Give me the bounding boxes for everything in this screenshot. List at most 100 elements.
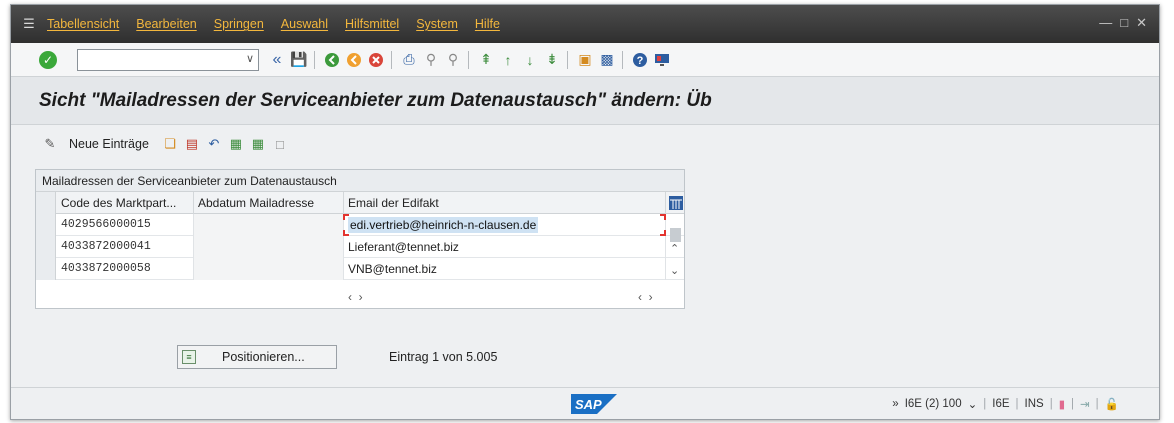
new-entries-icon[interactable]: ✎ [41, 135, 59, 153]
enter-icon[interactable]: ✓ [39, 50, 57, 69]
menu-hilfsmittel[interactable]: Hilfsmittel [345, 17, 399, 31]
new-entries-button[interactable]: Neue Einträge [69, 137, 149, 151]
application-toolbar: ✎ Neue Einträge ❏ ▤ ↶ ▦ ▦ □ [11, 126, 1159, 162]
status-separator: | [1015, 398, 1019, 410]
horizontal-scroll-right-column[interactable]: ‹ › [638, 290, 653, 308]
scroll-thumb[interactable] [670, 228, 681, 242]
status-separator: | [1095, 398, 1099, 410]
minimize-icon[interactable]: — [1099, 15, 1112, 31]
toolbar-separator [314, 50, 315, 69]
system-info: » I6E (2) 100 ⌄ | I6E | INS | ▮ | ⇥ | 🔓 [892, 397, 1119, 411]
page-title: Sicht "Mailadressen der Serviceanbieter … [39, 90, 712, 111]
sap-logo: SAP [571, 394, 617, 414]
table-header: Code des Marktpart... Abdatum Mailadress… [36, 192, 684, 214]
positionieren-label: Positionieren... [222, 350, 305, 364]
back-icon[interactable] [322, 50, 342, 70]
back-double-icon[interactable]: « [267, 50, 287, 70]
next-page-icon[interactable]: ↓ [520, 50, 540, 70]
menu-tabellensicht[interactable]: Tabellensicht [47, 17, 119, 31]
entry-counter: Eintrag 1 von 5.005 [389, 350, 498, 364]
exit-circle [347, 52, 361, 67]
status-expand-icon[interactable]: » [892, 398, 898, 410]
standard-toolbar: ✓ ∨ « 💾 ⎙ ⚲ ⚲ ⇞ ↑ ↓ ⇟ ▣ ▩ ? [11, 43, 1159, 77]
positionieren-button[interactable]: ≡ Positionieren... [177, 345, 337, 369]
cancel-icon[interactable] [366, 50, 386, 70]
toolbar-separator [622, 50, 623, 69]
menu-bar: ☰ Tabellensicht Bearbeiten Springen Ausw… [11, 5, 1159, 43]
delete-icon[interactable]: ▤ [183, 135, 201, 153]
row-selector[interactable] [36, 236, 56, 258]
column-header-code[interactable]: Code des Marktpart... [57, 192, 194, 214]
menu-springen[interactable]: Springen [214, 17, 264, 31]
menu-system[interactable]: System [416, 17, 458, 31]
print-icon[interactable]: ⎙ [399, 50, 419, 70]
exit-icon[interactable] [344, 50, 364, 70]
table-row: 4033872000058 VNB@tennet.biz [36, 258, 684, 280]
cell-code: 4029566000015 [57, 214, 194, 236]
new-session-icon[interactable]: ▣ [575, 50, 595, 70]
menu-toggle-icon[interactable]: ☰ [11, 16, 47, 32]
toolbar-separator [468, 50, 469, 69]
help-icon[interactable]: ? [630, 50, 650, 70]
scroll-up-icon[interactable]: ⌃ [670, 242, 679, 255]
column-header-email[interactable]: Email der Edifakt [344, 192, 666, 214]
select-all-cell[interactable] [36, 192, 56, 214]
cancel-circle [369, 52, 383, 67]
toolbar-separator [567, 50, 568, 69]
first-page-icon[interactable]: ⇞ [476, 50, 496, 70]
svg-text:?: ? [637, 55, 644, 67]
maximize-icon[interactable]: □ [1120, 15, 1128, 31]
deselect-all-icon[interactable]: □ [271, 135, 289, 153]
scroll-down-icon[interactable]: ⌄ [670, 264, 679, 277]
column-header-abdatum[interactable]: Abdatum Mailadresse [194, 192, 344, 214]
layout-monitor [655, 53, 669, 66]
insert-mode[interactable]: INS [1025, 398, 1044, 410]
table-row: 4033872000041 Lieferant@tennet.biz [36, 236, 684, 258]
status-separator: | [1049, 398, 1053, 410]
focus-marker [343, 214, 349, 220]
cell-abdatum[interactable] [194, 258, 344, 280]
shortcut-icon[interactable]: ▩ [597, 50, 617, 70]
help-circle: ? [633, 52, 647, 67]
find-icon[interactable]: ⚲ [421, 50, 441, 70]
toolbar-separator [391, 50, 392, 69]
email-value[interactable]: edi.vertrieb@heinrich-n-clausen.de [348, 217, 539, 233]
save-icon[interactable]: 💾 [289, 50, 309, 70]
select-block-icon[interactable]: ▦ [249, 135, 267, 153]
status-separator: | [983, 398, 987, 410]
find-next-icon[interactable]: ⚲ [443, 50, 463, 70]
sap-window: ☰ Tabellensicht Bearbeiten Springen Ausw… [10, 4, 1160, 420]
cell-email-active[interactable]: edi.vertrieb@heinrich-n-clausen.de [344, 214, 666, 236]
table-settings-icon[interactable] [666, 192, 685, 214]
previous-page-icon[interactable]: ↑ [498, 50, 518, 70]
command-input[interactable] [78, 49, 238, 70]
system-client[interactable]: I6E (2) 100 [905, 398, 962, 410]
menu-auswahl[interactable]: Auswahl [281, 17, 328, 31]
cell-code: 4033872000041 [57, 236, 194, 258]
lock-icon[interactable]: 🔓 [1105, 397, 1119, 411]
row-selector[interactable] [36, 258, 56, 280]
layout-icon[interactable] [652, 50, 672, 70]
select-all-icon[interactable]: ▦ [227, 135, 245, 153]
vertical-scrollbar[interactable]: ⌃ ⌄ [666, 214, 685, 288]
tab-icon[interactable]: ⇥ [1080, 397, 1090, 411]
cell-email[interactable]: VNB@tennet.biz [344, 258, 666, 280]
table-row: 4029566000015 edi.vertrieb@heinrich-n-cl… [36, 214, 684, 236]
menu-hilfe[interactable]: Hilfe [475, 17, 500, 31]
chevron-down-icon[interactable]: ⌄ [968, 397, 978, 411]
position-icon: ≡ [182, 350, 196, 364]
chevron-down-icon[interactable]: ∨ [246, 52, 254, 65]
cell-abdatum[interactable] [194, 214, 344, 236]
row-selector[interactable] [36, 214, 56, 236]
horizontal-scroll-left-column[interactable]: ‹ › [348, 290, 363, 308]
grid-icon [668, 196, 683, 210]
command-field[interactable]: ∨ [77, 48, 259, 71]
copy-icon[interactable]: ❏ [161, 135, 179, 153]
close-icon[interactable]: ✕ [1136, 15, 1147, 31]
last-page-icon[interactable]: ⇟ [542, 50, 562, 70]
menu-bearbeiten[interactable]: Bearbeiten [136, 17, 196, 31]
cell-abdatum[interactable] [194, 236, 344, 258]
undo-icon[interactable]: ↶ [205, 135, 223, 153]
cell-email[interactable]: Lieferant@tennet.biz [344, 236, 666, 258]
screen-title-bar: Sicht "Mailadressen der Serviceanbieter … [11, 77, 1159, 125]
